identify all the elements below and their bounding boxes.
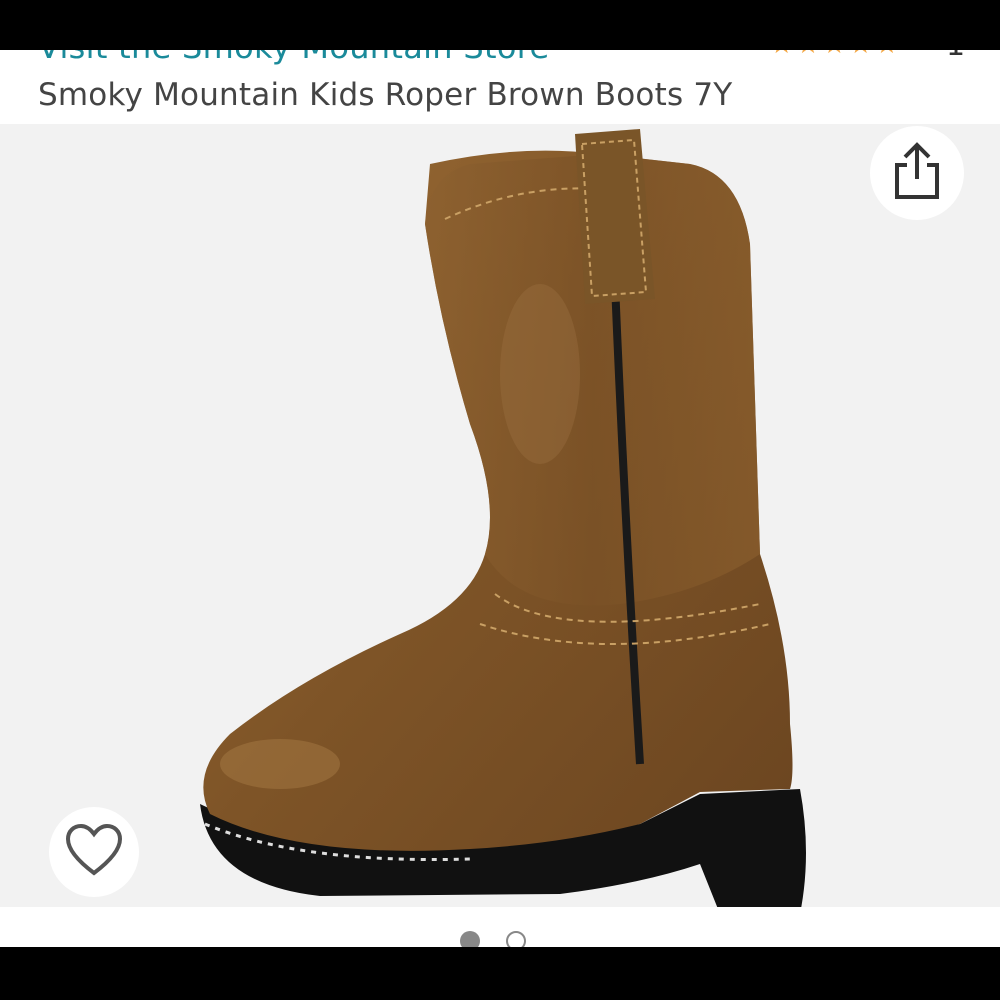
navigation-bar bbox=[0, 947, 1000, 1000]
status-bar bbox=[0, 0, 1000, 50]
rating-count[interactable]: 1 bbox=[946, 50, 965, 63]
star-icon: ★ bbox=[796, 50, 819, 60]
star-icon: ★ bbox=[770, 50, 793, 60]
product-image[interactable] bbox=[0, 124, 1000, 907]
store-link[interactable]: Visit the Smoky Mountain Store bbox=[38, 50, 549, 66]
star-icon: ★ bbox=[875, 50, 898, 60]
rating-stars[interactable]: ★ ★ ★ ★ ★ bbox=[770, 50, 899, 60]
share-icon bbox=[893, 141, 941, 205]
wishlist-button[interactable] bbox=[49, 807, 139, 897]
share-button[interactable] bbox=[870, 126, 964, 220]
star-icon: ★ bbox=[849, 50, 872, 60]
star-icon: ★ bbox=[823, 50, 846, 60]
page-dot-active[interactable] bbox=[460, 931, 480, 947]
product-detail: Visit the Smoky Mountain Store ★ ★ ★ ★ ★… bbox=[0, 50, 1000, 947]
heart-icon bbox=[64, 823, 124, 881]
image-gallery[interactable] bbox=[0, 124, 1000, 907]
page-dot[interactable] bbox=[506, 931, 526, 947]
product-title: Smoky Mountain Kids Roper Brown Boots 7Y bbox=[38, 77, 733, 113]
gallery-pagination bbox=[460, 931, 526, 947]
